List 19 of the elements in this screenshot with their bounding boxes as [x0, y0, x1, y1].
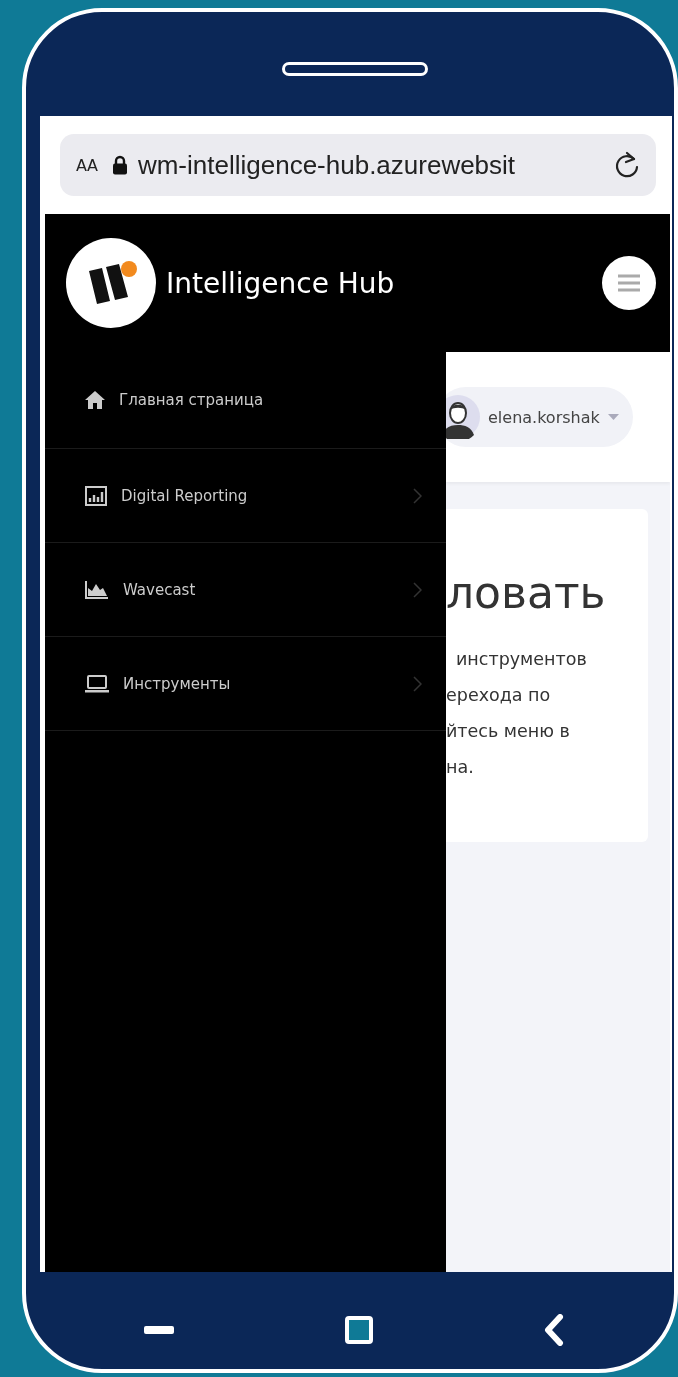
logo-icon — [66, 238, 156, 328]
menu-button[interactable] — [602, 256, 656, 310]
url-text: wm-intelligence-hub.azurewebsit — [137, 149, 517, 181]
intro-paragraph: инструментов ерехода по йтесь меню в на. — [446, 648, 588, 779]
user-menu[interactable]: elena.korshak — [446, 387, 633, 447]
bar-chart-icon — [85, 485, 107, 506]
app-title: Intelligence Hub — [166, 266, 396, 300]
home-square-icon[interactable] — [345, 1316, 373, 1344]
text-size-button[interactable]: AA — [76, 155, 98, 175]
caret-icon — [607, 414, 619, 420]
menu-icon — [618, 274, 640, 292]
address-bar[interactable]: AA wm-intelligence-hub.azurewebsit — [60, 134, 656, 196]
home-icon — [85, 390, 105, 410]
area-chart-icon — [85, 580, 109, 599]
laptop-icon — [85, 674, 109, 693]
lock-icon — [111, 155, 128, 175]
back-icon[interactable] — [544, 1314, 564, 1346]
page-heading: ловать — [446, 571, 607, 615]
reload-icon[interactable] — [614, 151, 640, 179]
